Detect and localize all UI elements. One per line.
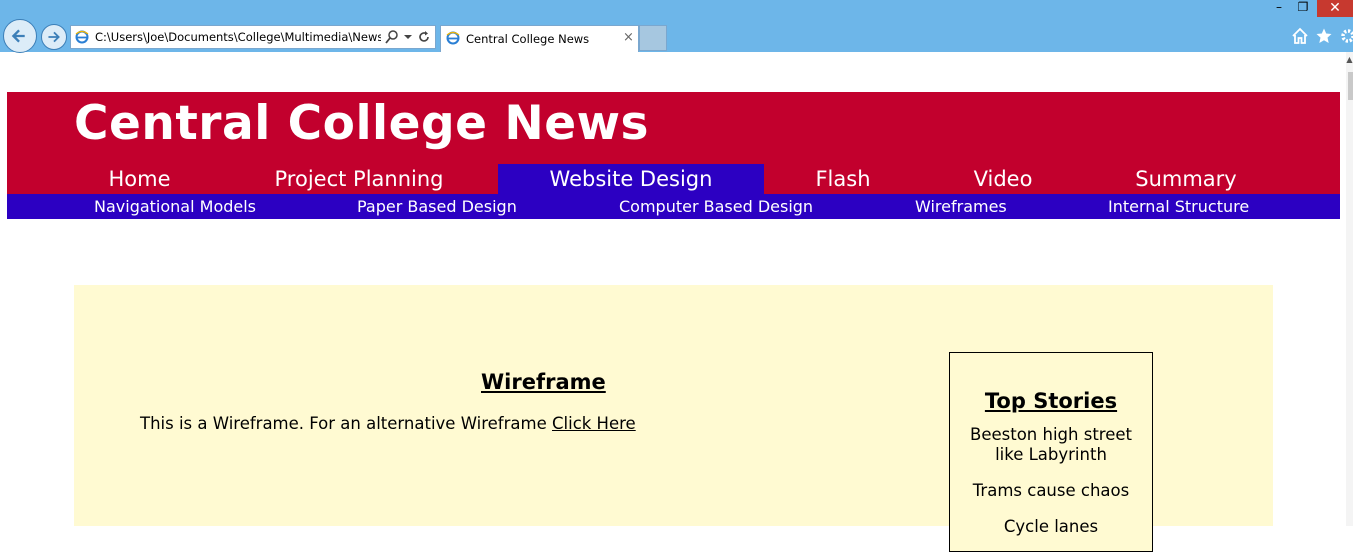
main-content: Wireframe This is a Wireframe. For an al…	[74, 285, 1273, 552]
tab-close-icon[interactable]: ×	[623, 31, 634, 45]
close-window-button[interactable]: ✕	[1317, 0, 1353, 17]
dropdown-icon[interactable]	[401, 29, 415, 45]
browser-tab[interactable]: Central College News ×	[440, 25, 639, 52]
settings-gear-icon[interactable]	[1339, 27, 1353, 45]
minimize-button[interactable]: –	[1266, 0, 1292, 17]
subnav-item-internal-structure[interactable]: Internal Structure	[1108, 194, 1249, 219]
address-url[interactable]: C:\Users\Joe\Documents\College\Multimedi…	[95, 30, 381, 44]
site-title: Central College News	[74, 96, 650, 151]
browser-chrome: C:\Users\Joe\Documents\College\Multimedi…	[0, 0, 1353, 53]
address-bar[interactable]: C:\Users\Joe\Documents\College\Multimedi…	[70, 25, 436, 49]
intro-paragraph: This is a Wireframe. For an alternative …	[140, 414, 636, 433]
restore-button[interactable]: ❐	[1290, 0, 1316, 17]
scroll-up-icon[interactable]: ▲	[1346, 56, 1353, 64]
top-stories-panel: Top Stories Beeston high street like Lab…	[949, 352, 1153, 552]
ie-logo-icon	[446, 31, 460, 45]
nav-item-flash[interactable]: Flash	[793, 164, 893, 194]
page-heading: Wireframe	[481, 370, 606, 394]
top-stories-title: Top Stories	[984, 389, 1118, 413]
story-item[interactable]: Beeston high street like Labyrinth	[960, 425, 1142, 465]
back-button[interactable]	[3, 19, 37, 53]
site-header: Central College News Home Project Planni…	[7, 92, 1340, 194]
subnav-item-paper-based-design[interactable]: Paper Based Design	[357, 194, 517, 219]
forward-arrow-icon	[48, 31, 60, 43]
nav-item-project-planning[interactable]: Project Planning	[245, 164, 473, 194]
nav-item-website-design[interactable]: Website Design	[498, 164, 764, 194]
favorites-star-icon[interactable]	[1315, 27, 1333, 45]
ie-logo-icon	[75, 30, 89, 44]
nav-item-summary[interactable]: Summary	[1111, 164, 1261, 194]
subnav-item-computer-based-design[interactable]: Computer Based Design	[619, 194, 813, 219]
intro-text: This is a Wireframe. For an alternative …	[140, 414, 547, 433]
subnav-item-wireframes[interactable]: Wireframes	[915, 194, 1007, 219]
vertical-scrollbar[interactable]	[1346, 52, 1353, 526]
sub-nav: Navigational Models Paper Based Design C…	[7, 194, 1340, 219]
story-item[interactable]: Trams cause chaos	[960, 481, 1142, 501]
tab-title: Central College News	[466, 32, 590, 46]
forward-button[interactable]	[41, 24, 67, 50]
home-icon[interactable]	[1291, 27, 1309, 45]
refresh-icon[interactable]	[417, 29, 431, 45]
alternative-wireframe-link[interactable]: Click Here	[552, 414, 636, 433]
story-item[interactable]: Cycle lanes	[960, 517, 1142, 537]
scroll-thumb[interactable]	[1348, 72, 1353, 100]
main-nav: Home Project Planning Website Design Fla…	[7, 164, 1340, 194]
nav-item-video[interactable]: Video	[953, 164, 1053, 194]
new-tab-button[interactable]	[639, 25, 667, 51]
back-arrow-icon	[11, 29, 25, 43]
nav-item-home[interactable]: Home	[74, 164, 205, 194]
search-icon[interactable]	[385, 29, 399, 45]
subnav-item-navigational-models[interactable]: Navigational Models	[94, 194, 256, 219]
